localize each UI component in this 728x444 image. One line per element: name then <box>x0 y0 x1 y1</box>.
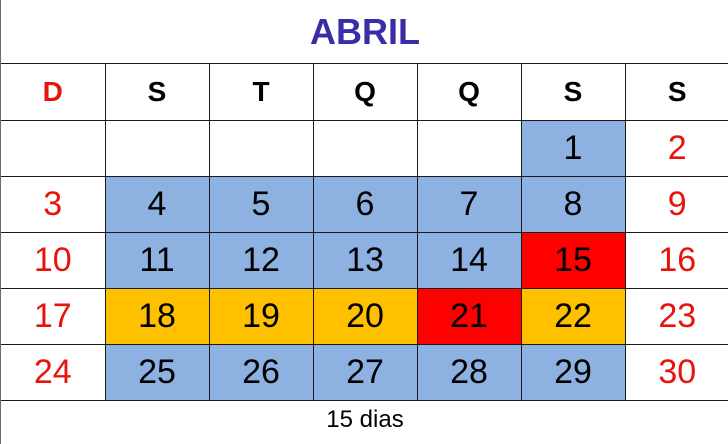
day-cell: 13 <box>312 232 418 289</box>
day-cell: 11 <box>104 232 210 289</box>
day-cell: 22 <box>520 288 626 345</box>
day-cell: 25 <box>104 344 210 401</box>
days-count-label: 15 dias <box>326 406 404 433</box>
day-cell: 17 <box>1 288 106 345</box>
calendar-body: 1 2 3 4 5 6 7 8 9 10 11 12 13 14 15 16 17 18 19 20 21 22 23 24 2… <box>1 120 728 401</box>
day-cell: 24 <box>1 344 106 401</box>
day-cell: 30 <box>624 344 728 401</box>
empty-day-cell <box>208 120 314 177</box>
empty-day-cell <box>312 120 418 177</box>
day-cell: 10 <box>1 232 106 289</box>
day-cell: 8 <box>520 176 626 233</box>
weekday-friday: S <box>520 63 626 121</box>
weekday-header-row: D S T Q Q S S <box>1 63 728 121</box>
week-row: 24 25 26 27 28 29 30 <box>1 344 728 401</box>
day-cell: 5 <box>208 176 314 233</box>
day-cell: 9 <box>624 176 728 233</box>
weekday-saturday: S <box>624 63 728 121</box>
empty-day-cell <box>104 120 210 177</box>
day-cell: 7 <box>416 176 522 233</box>
day-cell: 4 <box>104 176 210 233</box>
day-cell: 3 <box>1 176 106 233</box>
day-cell: 26 <box>208 344 314 401</box>
day-cell: 15 <box>520 232 626 289</box>
month-title: ABRIL <box>310 11 420 52</box>
day-cell: 19 <box>208 288 314 345</box>
day-cell: 12 <box>208 232 314 289</box>
day-cell: 2 <box>624 120 728 177</box>
week-row: 12 <box>1 120 728 177</box>
weekday-sunday: D <box>1 63 106 121</box>
calendar-grid: D S T Q Q S S 1 2 3 4 5 6 7 8 9 10 11 12 13 14 15 16 17 1… <box>1 63 728 401</box>
day-cell: 18 <box>104 288 210 345</box>
empty-day-cell <box>416 120 522 177</box>
week-row: 17 18 19 20 21 22 23 <box>1 288 728 345</box>
weekday-wednesday: Q <box>312 63 418 121</box>
weekday-monday: S <box>104 63 210 121</box>
day-cell: 21 <box>416 288 522 345</box>
day-cell: 27 <box>312 344 418 401</box>
day-cell: 29 <box>520 344 626 401</box>
day-cell: 28 <box>416 344 522 401</box>
day-cell: 1 <box>520 120 626 177</box>
week-row: 10 11 12 13 14 15 16 <box>1 232 728 289</box>
day-cell: 20 <box>312 288 418 345</box>
day-cell: 16 <box>624 232 728 289</box>
day-cell: 23 <box>624 288 728 345</box>
day-cell: 6 <box>312 176 418 233</box>
weekday-thursday: Q <box>416 63 522 121</box>
week-row: 3456789 <box>1 176 728 233</box>
weekday-tuesday: T <box>208 63 314 121</box>
empty-day-cell <box>1 120 106 177</box>
day-cell: 14 <box>416 232 522 289</box>
calendar-page: ABRIL D S T Q Q S S 1 2 3 4 5 6 7 8 9 10 11 12 13 14 1… <box>0 0 728 444</box>
